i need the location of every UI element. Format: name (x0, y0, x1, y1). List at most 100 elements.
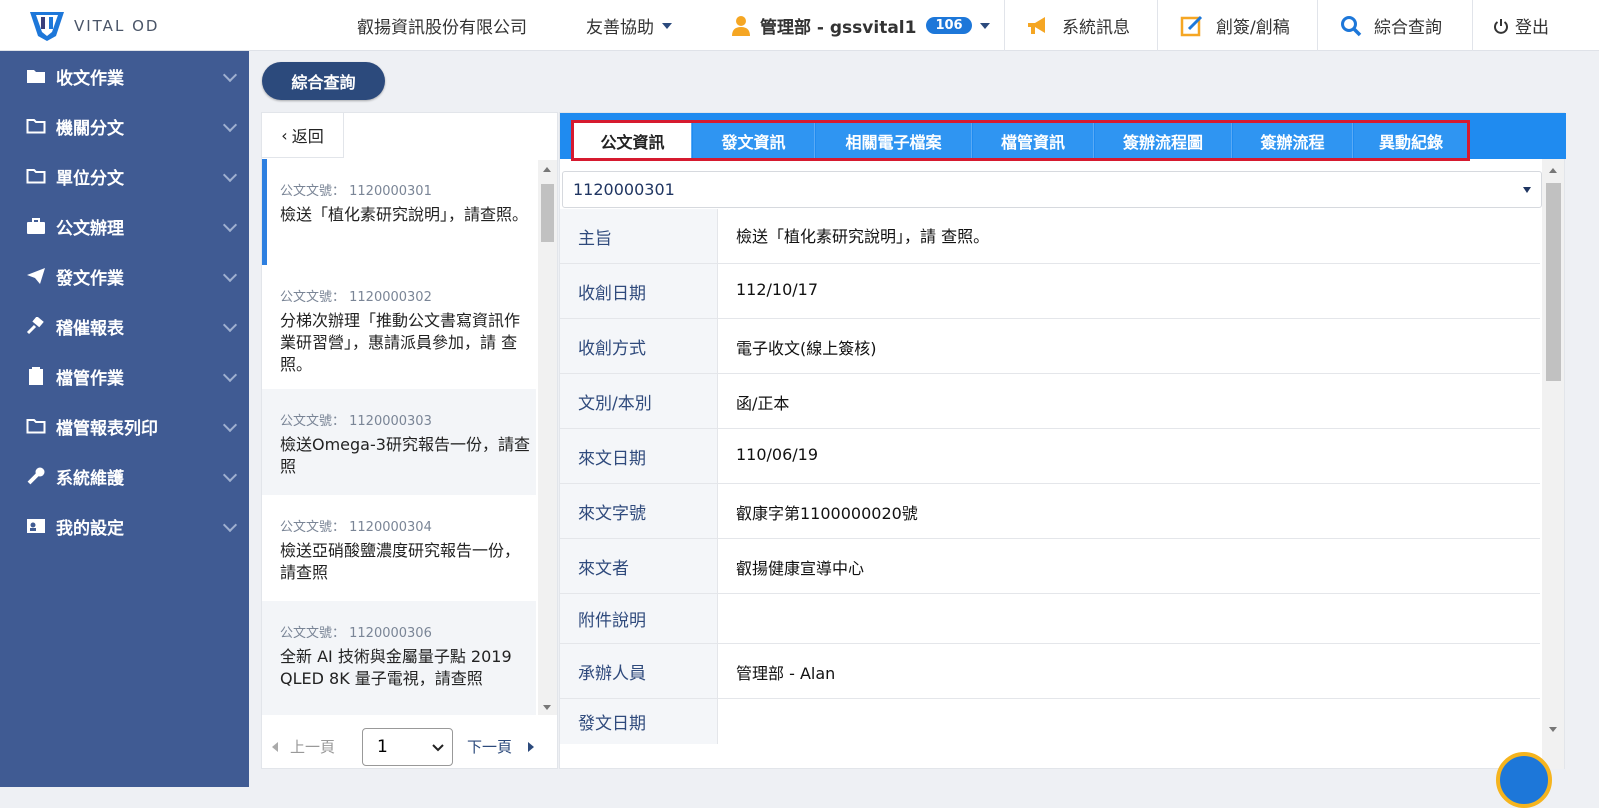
field-row-receive-method: 收創方式 電子收文(線上簽核) (560, 319, 1540, 374)
sidebar-item-label: 我的設定 (56, 518, 124, 539)
user-menu[interactable]: 管理部 - gssvital1 106 (732, 0, 990, 51)
sidebar-item-handling[interactable]: 公文辦理 (0, 201, 249, 251)
chevron-right-icon (528, 741, 535, 752)
doc-number: 公文文號： 1120000301 (280, 184, 432, 199)
scroll-thumb[interactable] (541, 184, 554, 242)
folder-outline-icon (25, 418, 47, 434)
prev-page-button[interactable]: 上一頁 (272, 736, 335, 757)
list-scrollbar[interactable] (538, 160, 557, 715)
sidebar-item-reminder-report[interactable]: 稽催報表 (0, 301, 249, 351)
field-row-incoming-number: 來文字號 叡康字第1100000020號 (560, 484, 1540, 539)
scroll-down-arrow[interactable] (543, 705, 551, 710)
logo-text: VITAL OD (74, 17, 160, 35)
document-icon (25, 366, 47, 386)
field-row-incoming-date: 來文日期 110/06/19 (560, 429, 1540, 484)
briefcase-icon (25, 217, 47, 235)
field-label: 附件說明 (560, 594, 718, 643)
sidebar-item-archive-print[interactable]: 檔管報表列印 (0, 401, 249, 451)
system-message-button[interactable]: 系統訊息 (1026, 0, 1130, 51)
search-icon (1341, 15, 1362, 36)
field-label: 來文日期 (560, 429, 718, 483)
doc-number-select[interactable]: 1120000301 (562, 171, 1542, 208)
chevron-down-icon (222, 117, 238, 133)
prev-page-label: 上一頁 (290, 738, 336, 756)
field-label: 收創日期 (560, 264, 718, 318)
sidebar-item-agency-dispatch[interactable]: 機關分文 (0, 101, 249, 151)
notification-badge: 106 (926, 17, 972, 34)
sidebar-item-label: 檔管作業 (56, 368, 124, 389)
divider (1157, 0, 1158, 51)
field-label: 承辦人員 (560, 644, 718, 698)
scroll-thumb[interactable] (1546, 183, 1561, 381)
scroll-down-arrow[interactable] (1549, 727, 1557, 732)
sidebar-item-label: 公文辦理 (56, 218, 124, 239)
scroll-up-arrow[interactable] (1549, 168, 1557, 173)
vital-logo-icon (30, 12, 64, 41)
back-button[interactable]: ‹ 返回 (262, 113, 344, 158)
search-label: 綜合查詢 (1374, 18, 1442, 38)
doc-number-value: 1120000301 (573, 180, 675, 199)
chevron-down-icon (222, 417, 238, 433)
chevron-left-icon (272, 741, 278, 752)
list-item[interactable]: 公文文號： 1120000303 檢送Omega-3研究報告一份，請查照 (262, 389, 536, 495)
user-icon (732, 15, 750, 36)
field-label: 發文日期 (560, 699, 718, 744)
doc-number: 公文文號： 1120000304 (280, 520, 432, 535)
sidebar-item-label: 發文作業 (56, 268, 124, 289)
chevron-down-icon (222, 317, 238, 333)
sidebar-item-label: 收文作業 (56, 68, 124, 89)
doc-subject: 全新 AI 技術與金屬量子點 2019 QLED 8K 量子電視，請查照 (280, 647, 512, 688)
document-detail-panel: 公文資訊 發文資訊 相關電子檔案 檔管資訊 簽辦流程圖 簽辦流程 異動紀錄 11… (559, 112, 1566, 769)
next-page-button[interactable]: 下一頁 (467, 736, 535, 757)
list-item[interactable]: 公文文號： 1120000306 全新 AI 技術與金屬量子點 2019 QLE… (262, 601, 536, 715)
chevron-down-icon (1523, 187, 1531, 193)
company-name: 叡揚資訊股份有限公司 (357, 18, 527, 38)
field-value: 叡康字第1100000020號 (736, 504, 918, 523)
chevron-down-icon (222, 217, 238, 233)
sidebar-item-unit-dispatch[interactable]: 單位分文 (0, 151, 249, 201)
folder-outline-icon (25, 118, 47, 134)
next-page-label: 下一頁 (467, 738, 513, 756)
floating-help-button[interactable] (1496, 752, 1552, 808)
field-value: 112/10/17 (736, 280, 819, 299)
sidebar-item-system[interactable]: 系統維護 (0, 451, 249, 501)
field-row-sender: 來文者 叡揚健康宣導中心 (560, 539, 1540, 594)
wrench-icon (25, 467, 47, 485)
list-item[interactable]: 公文文號： 1120000302 分梯次辦理「推動公文書寫資訊作業研習營」，惠請… (262, 265, 536, 389)
paper-plane-icon (25, 267, 47, 285)
chevron-down-icon (662, 22, 672, 29)
search-button[interactable]: 綜合查詢 (1340, 0, 1442, 51)
field-value: 管理部 - Alan (736, 664, 836, 683)
logo[interactable]: VITAL OD (28, 10, 159, 42)
friendly-help-menu[interactable]: 友善協助 (586, 0, 672, 51)
gavel-icon (25, 317, 47, 335)
logout-button[interactable]: 登出 (1493, 0, 1549, 51)
chevron-down-icon (222, 517, 238, 533)
sidebar-item-receive[interactable]: 收文作業 (0, 51, 249, 101)
doc-number: 公文文號： 1120000302 (280, 290, 432, 305)
chevron-down-icon (432, 744, 444, 752)
detail-scrollbar[interactable] (1542, 159, 1564, 769)
sidebar-item-label: 機關分文 (56, 118, 124, 139)
sidebar-item-label: 系統維護 (56, 468, 124, 489)
field-row-doc-type: 文別/本別 函/正本 (560, 374, 1540, 429)
divider (1004, 0, 1005, 51)
field-label: 主旨 (560, 209, 718, 263)
doc-number: 公文文號： 1120000306 (280, 626, 432, 641)
sidebar-item-settings[interactable]: 我的設定 (0, 501, 249, 551)
doc-number: 公文文號： 1120000303 (280, 414, 432, 429)
edit-icon (1180, 15, 1203, 36)
create-sign-button[interactable]: 創簽/創稿 (1180, 0, 1290, 51)
field-value: 110/06/19 (736, 445, 819, 464)
combined-search-button[interactable]: 綜合查詢 (262, 62, 385, 100)
field-row-receive-date: 收創日期 112/10/17 (560, 264, 1540, 319)
field-label: 來文者 (560, 539, 718, 593)
sidebar-item-dispatch[interactable]: 發文作業 (0, 251, 249, 301)
sidebar-item-label: 檔管報表列印 (56, 418, 158, 439)
scroll-up-arrow[interactable] (543, 167, 551, 172)
list-item[interactable]: 公文文號： 1120000304 檢送亞硝酸鹽濃度研究報告一份，請查照 (262, 495, 536, 601)
sidebar-item-archive[interactable]: 檔管作業 (0, 351, 249, 401)
list-item[interactable]: 公文文號： 1120000301 檢送「植化素研究說明」，請查照。 (262, 159, 536, 265)
page-select[interactable]: 1 (362, 728, 453, 766)
chevron-down-icon (222, 167, 238, 183)
